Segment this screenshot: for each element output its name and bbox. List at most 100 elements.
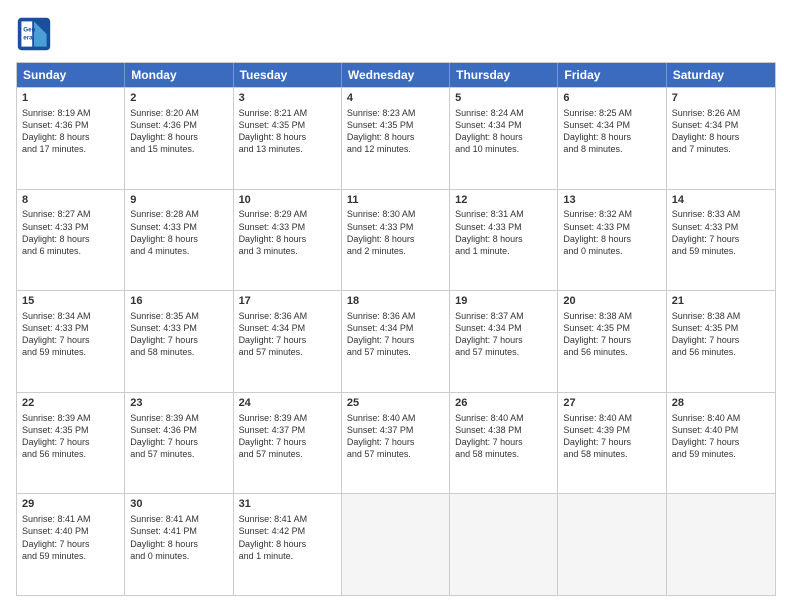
svg-text:eral: eral <box>23 34 34 41</box>
cell-line: Sunset: 4:33 PM <box>347 221 444 233</box>
day-number: 4 <box>347 91 444 106</box>
day-cell-5: 5Sunrise: 8:24 AMSunset: 4:34 PMDaylight… <box>450 88 558 189</box>
cell-line: and 15 minutes. <box>130 143 227 155</box>
cell-line: and 3 minutes. <box>239 245 336 257</box>
day-cell-12: 12Sunrise: 8:31 AMSunset: 4:33 PMDayligh… <box>450 190 558 291</box>
cell-line: Daylight: 8 hours <box>130 131 227 143</box>
day-cell-4: 4Sunrise: 8:23 AMSunset: 4:35 PMDaylight… <box>342 88 450 189</box>
cell-line: Daylight: 7 hours <box>130 436 227 448</box>
cell-line: Daylight: 8 hours <box>455 233 552 245</box>
cell-line: Sunset: 4:35 PM <box>672 322 770 334</box>
cell-line: Sunrise: 8:20 AM <box>130 107 227 119</box>
cell-line: Sunrise: 8:40 AM <box>563 412 660 424</box>
day-cell-27: 27Sunrise: 8:40 AMSunset: 4:39 PMDayligh… <box>558 393 666 494</box>
cell-line: Sunrise: 8:23 AM <box>347 107 444 119</box>
cell-line: Sunrise: 8:39 AM <box>239 412 336 424</box>
day-number: 1 <box>22 91 119 106</box>
day-header-wednesday: Wednesday <box>342 63 450 87</box>
day-header-saturday: Saturday <box>667 63 775 87</box>
cell-line: Daylight: 8 hours <box>22 131 119 143</box>
cell-line: and 2 minutes. <box>347 245 444 257</box>
cell-line: Sunrise: 8:19 AM <box>22 107 119 119</box>
day-number: 16 <box>130 294 227 309</box>
cell-line: Sunset: 4:33 PM <box>239 221 336 233</box>
day-cell-17: 17Sunrise: 8:36 AMSunset: 4:34 PMDayligh… <box>234 291 342 392</box>
day-number: 19 <box>455 294 552 309</box>
cell-line: and 57 minutes. <box>347 346 444 358</box>
cell-line: Sunrise: 8:33 AM <box>672 208 770 220</box>
cell-line: Daylight: 8 hours <box>455 131 552 143</box>
cell-line: Daylight: 7 hours <box>563 334 660 346</box>
cell-line: Sunset: 4:41 PM <box>130 525 227 537</box>
cell-line: and 13 minutes. <box>239 143 336 155</box>
cell-line: Sunrise: 8:34 AM <box>22 310 119 322</box>
cell-line: Sunset: 4:33 PM <box>455 221 552 233</box>
day-cell-24: 24Sunrise: 8:39 AMSunset: 4:37 PMDayligh… <box>234 393 342 494</box>
day-number: 24 <box>239 396 336 411</box>
cell-line: and 0 minutes. <box>563 245 660 257</box>
cell-line: Sunset: 4:33 PM <box>22 322 119 334</box>
cell-line: Sunrise: 8:27 AM <box>22 208 119 220</box>
day-number: 20 <box>563 294 660 309</box>
cell-line: and 1 minute. <box>239 550 336 562</box>
cell-line: Sunset: 4:34 PM <box>347 322 444 334</box>
day-cell-13: 13Sunrise: 8:32 AMSunset: 4:33 PMDayligh… <box>558 190 666 291</box>
cell-line: and 56 minutes. <box>672 346 770 358</box>
cell-line: and 10 minutes. <box>455 143 552 155</box>
cell-line: Sunrise: 8:37 AM <box>455 310 552 322</box>
cell-line: Sunrise: 8:31 AM <box>455 208 552 220</box>
week-row-1: 1Sunrise: 8:19 AMSunset: 4:36 PMDaylight… <box>17 87 775 189</box>
day-number: 8 <box>22 193 119 208</box>
day-cell-1: 1Sunrise: 8:19 AMSunset: 4:36 PMDaylight… <box>17 88 125 189</box>
week-row-3: 15Sunrise: 8:34 AMSunset: 4:33 PMDayligh… <box>17 290 775 392</box>
cell-line: Sunset: 4:33 PM <box>672 221 770 233</box>
cell-line: Sunrise: 8:24 AM <box>455 107 552 119</box>
cell-line: Daylight: 8 hours <box>239 538 336 550</box>
day-cell-19: 19Sunrise: 8:37 AMSunset: 4:34 PMDayligh… <box>450 291 558 392</box>
cell-line: Sunrise: 8:39 AM <box>130 412 227 424</box>
day-cell-22: 22Sunrise: 8:39 AMSunset: 4:35 PMDayligh… <box>17 393 125 494</box>
header: Gen eral <box>16 16 776 52</box>
cell-line: Sunrise: 8:36 AM <box>347 310 444 322</box>
cell-line: Sunrise: 8:41 AM <box>130 513 227 525</box>
empty-cell <box>342 494 450 595</box>
empty-cell <box>558 494 666 595</box>
cell-line: and 56 minutes. <box>563 346 660 358</box>
page: Gen eral SundayMondayTuesdayWednesdayThu… <box>0 0 792 612</box>
cell-line: Daylight: 7 hours <box>455 334 552 346</box>
cell-line: Sunset: 4:35 PM <box>563 322 660 334</box>
week-row-4: 22Sunrise: 8:39 AMSunset: 4:35 PMDayligh… <box>17 392 775 494</box>
cell-line: Sunset: 4:33 PM <box>130 322 227 334</box>
day-cell-31: 31Sunrise: 8:41 AMSunset: 4:42 PMDayligh… <box>234 494 342 595</box>
cell-line: and 58 minutes. <box>130 346 227 358</box>
day-number: 7 <box>672 91 770 106</box>
cell-line: Sunset: 4:35 PM <box>22 424 119 436</box>
cell-line: Daylight: 8 hours <box>347 131 444 143</box>
day-cell-25: 25Sunrise: 8:40 AMSunset: 4:37 PMDayligh… <box>342 393 450 494</box>
day-number: 9 <box>130 193 227 208</box>
cell-line: Sunrise: 8:39 AM <box>22 412 119 424</box>
cell-line: Daylight: 7 hours <box>22 436 119 448</box>
cell-line: Daylight: 7 hours <box>672 233 770 245</box>
cell-line: Sunrise: 8:35 AM <box>130 310 227 322</box>
day-cell-2: 2Sunrise: 8:20 AMSunset: 4:36 PMDaylight… <box>125 88 233 189</box>
cell-line: Sunrise: 8:21 AM <box>239 107 336 119</box>
day-number: 31 <box>239 497 336 512</box>
day-number: 27 <box>563 396 660 411</box>
cell-line: Sunset: 4:37 PM <box>347 424 444 436</box>
day-cell-6: 6Sunrise: 8:25 AMSunset: 4:34 PMDaylight… <box>558 88 666 189</box>
day-number: 15 <box>22 294 119 309</box>
empty-cell <box>667 494 775 595</box>
day-header-sunday: Sunday <box>17 63 125 87</box>
day-cell-28: 28Sunrise: 8:40 AMSunset: 4:40 PMDayligh… <box>667 393 775 494</box>
cell-line: and 4 minutes. <box>130 245 227 257</box>
cell-line: Sunset: 4:33 PM <box>22 221 119 233</box>
cell-line: and 6 minutes. <box>22 245 119 257</box>
cell-line: Sunset: 4:35 PM <box>239 119 336 131</box>
svg-text:Gen: Gen <box>23 26 35 33</box>
cell-line: and 1 minute. <box>455 245 552 257</box>
cell-line: Sunset: 4:35 PM <box>347 119 444 131</box>
cell-line: Daylight: 7 hours <box>455 436 552 448</box>
day-number: 12 <box>455 193 552 208</box>
cell-line: Daylight: 7 hours <box>239 334 336 346</box>
